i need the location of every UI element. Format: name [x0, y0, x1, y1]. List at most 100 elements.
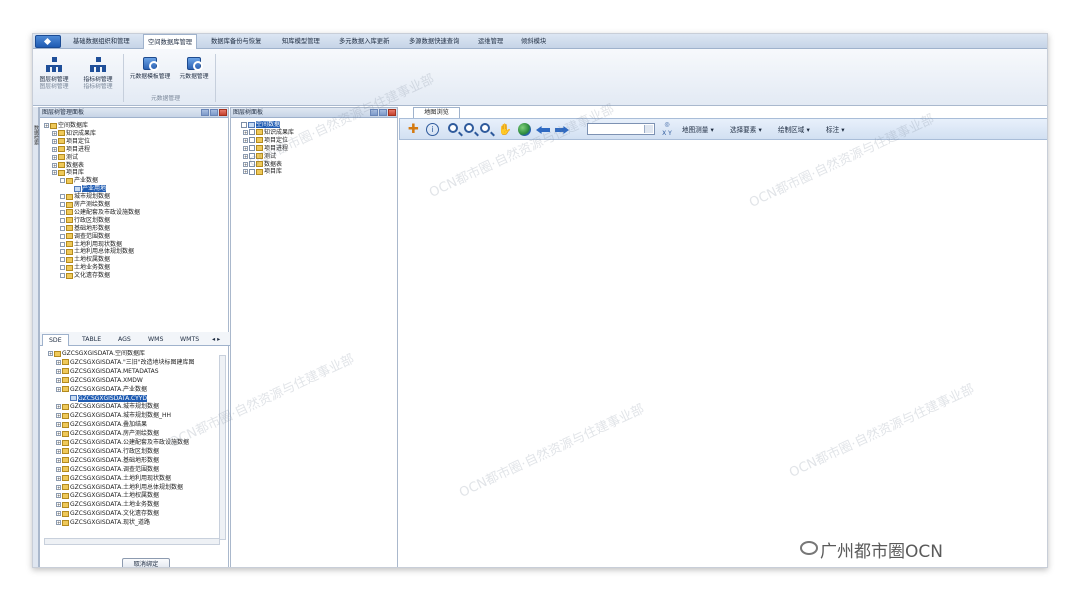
expand-toggle[interactable]: + [56, 484, 61, 490]
tree-node[interactable]: + GZCSGXGISDATA.土地权属数据 [56, 492, 159, 500]
tab-oblique[interactable]: 倾斜模块 [517, 34, 550, 49]
tab-db-backup[interactable]: 数据库备份与恢复 [207, 34, 265, 49]
expand-toggle[interactable]: + [56, 431, 61, 437]
expand-toggle[interactable]: + [56, 493, 61, 499]
tree-node[interactable]: + GZCSGXGISDATA.房产测绘数据 [56, 430, 159, 438]
tree-node[interactable]: + 测试 [52, 154, 78, 162]
globe-icon[interactable] [518, 123, 531, 136]
tree-node[interactable]: + GZCSGXGISDATA.行政区划数据 [56, 448, 159, 456]
expand-toggle[interactable]: + [243, 145, 248, 151]
expand-toggle[interactable]: + [56, 457, 61, 463]
expand-toggle[interactable] [60, 257, 65, 263]
expand-toggle[interactable] [60, 241, 65, 247]
tree-node[interactable]: + 项目进程 [243, 145, 288, 153]
expand-toggle[interactable]: + [56, 520, 61, 526]
expand-toggle[interactable] [60, 273, 65, 279]
map-combo-box[interactable] [587, 123, 655, 135]
expand-toggle[interactable] [60, 209, 65, 215]
panel-close-button[interactable] [219, 109, 227, 116]
expand-toggle[interactable]: + [243, 161, 248, 167]
tree-node[interactable]: 产业用地 [68, 185, 107, 193]
vertical-scrollbar[interactable] [219, 355, 226, 540]
expand-toggle[interactable] [60, 194, 65, 200]
expand-toggle[interactable]: + [56, 440, 61, 445]
coordinate-locate-icon[interactable]: ◎ X Y [660, 120, 674, 137]
expand-toggle[interactable]: + [243, 137, 248, 143]
tree-node[interactable]: + GZCSGXGISDATA.现状_道路 [56, 519, 150, 527]
tree-node[interactable]: + GZCSGXGISDATA.公建配套及市政设施数据 [56, 439, 189, 447]
tree-node[interactable]: + GZCSGXGISDATA.METADATAS [56, 368, 159, 376]
expand-toggle[interactable]: + [56, 475, 61, 481]
expand-toggle[interactable] [60, 217, 65, 223]
tree-node[interactable]: 土地业务数据 [60, 264, 110, 272]
tab-multi-import[interactable]: 多元数据入库更新 [335, 34, 393, 49]
tree-node[interactable]: 基础地形数据 [60, 225, 110, 233]
node-checkbox[interactable] [249, 168, 255, 175]
expand-toggle[interactable]: + [52, 138, 57, 144]
tab-spatial-db[interactable]: 空间数据库管理 [143, 34, 198, 50]
expand-toggle[interactable] [60, 265, 65, 271]
tree-node[interactable]: + 测试 [243, 153, 276, 161]
tree-node[interactable]: + GZCSGXGISDATA.土地业务数据 [56, 501, 159, 509]
node-checkbox[interactable] [249, 137, 255, 144]
expand-toggle[interactable]: + [243, 153, 248, 159]
info-icon[interactable]: i [426, 123, 439, 136]
expand-toggle[interactable] [60, 202, 65, 207]
expand-toggle[interactable]: + [52, 130, 57, 136]
pan-add-icon[interactable]: ✚ [408, 122, 423, 137]
expand-toggle[interactable]: + [56, 502, 61, 508]
expand-toggle[interactable]: + [56, 359, 61, 365]
tree-node[interactable]: 城市规划数据 [60, 193, 110, 201]
tab-multi-query[interactable]: 多源数据快速查询 [405, 34, 463, 49]
expand-toggle[interactable]: + [56, 466, 61, 472]
tree-node[interactable]: + GZCSGXGISDATA.空间数据库 [48, 350, 145, 358]
expand-toggle[interactable]: + [56, 404, 61, 410]
tab-ops[interactable]: 运维管理 [474, 34, 507, 49]
zoom-extent-icon[interactable] [480, 123, 490, 133]
tree-node[interactable]: + GZCSGXGISDATA.城市规划数据_HH [56, 412, 171, 420]
layer-tree-manage-button[interactable]: 图层树管理 图层树管理 [35, 53, 73, 99]
expand-toggle[interactable]: + [56, 511, 61, 517]
tree-node[interactable]: 文化遗存数据 [60, 272, 110, 280]
tab-sde[interactable]: SDE [42, 334, 69, 346]
tree-node[interactable]: + 项目库 [243, 168, 282, 176]
expand-toggle[interactable]: + [56, 377, 61, 383]
tree-node[interactable]: 调查范围数据 [60, 233, 110, 241]
tree-node[interactable]: +GZCSGXGISDATA.CYYD [64, 394, 148, 403]
expand-toggle[interactable] [60, 178, 65, 184]
panel-close-button[interactable] [388, 109, 396, 116]
tree-node[interactable]: + GZCSGXGISDATA.土地利用现状数据 [56, 475, 171, 483]
tree-node[interactable]: + GZCSGXGISDATA.XMDW [56, 377, 143, 385]
tab-scroll-arrows[interactable]: ◂ ▸ [210, 334, 222, 346]
panel-minimize-button[interactable] [210, 109, 218, 116]
metadata-manage-button[interactable]: 元数据管理 [175, 53, 213, 99]
draw-area-menu[interactable]: 绘制区域 ▾ [778, 124, 810, 134]
node-checkbox[interactable] [249, 145, 255, 152]
node-checkbox[interactable] [241, 121, 247, 128]
annotate-menu[interactable]: 标注 ▾ [826, 124, 845, 134]
tree-node[interactable]: + GZCSGXGISDATA.基础地形数据 [56, 457, 159, 465]
expand-toggle[interactable]: + [52, 162, 57, 168]
expand-toggle[interactable] [60, 249, 65, 255]
tree-node[interactable]: + GZCSGXGISDATA.土地利用总体规划数据 [56, 484, 183, 492]
tree-node[interactable]: +空间数据 [235, 121, 281, 129]
node-checkbox[interactable] [249, 153, 255, 160]
node-checkbox[interactable] [249, 129, 255, 136]
expand-toggle[interactable]: + [48, 351, 53, 356]
unbind-button[interactable]: 取消绑定 [122, 558, 170, 567]
expand-toggle[interactable]: + [44, 123, 49, 128]
tree-node[interactable]: + 知识成果库 [243, 129, 294, 137]
tab-wms[interactable]: WMS [142, 334, 169, 346]
forward-arrow-icon[interactable] [555, 126, 569, 134]
tree-node[interactable]: + 项目进程 [52, 146, 90, 154]
node-checkbox[interactable] [249, 161, 255, 167]
expand-toggle[interactable]: + [52, 154, 57, 160]
expand-toggle[interactable]: + [56, 386, 61, 392]
tree-node[interactable]: + GZCSGXGISDATA.文化遗存数据 [56, 510, 159, 518]
map-measure-menu[interactable]: 地图测量 ▾ [682, 124, 714, 134]
tree-node[interactable]: + GZCSGXGISDATA.产业数据 [56, 386, 147, 394]
expand-toggle[interactable] [60, 225, 65, 231]
expand-toggle[interactable]: + [52, 170, 57, 176]
tree-node[interactable]: + 项目定位 [52, 138, 90, 146]
tab-table[interactable]: TABLE [76, 334, 107, 346]
